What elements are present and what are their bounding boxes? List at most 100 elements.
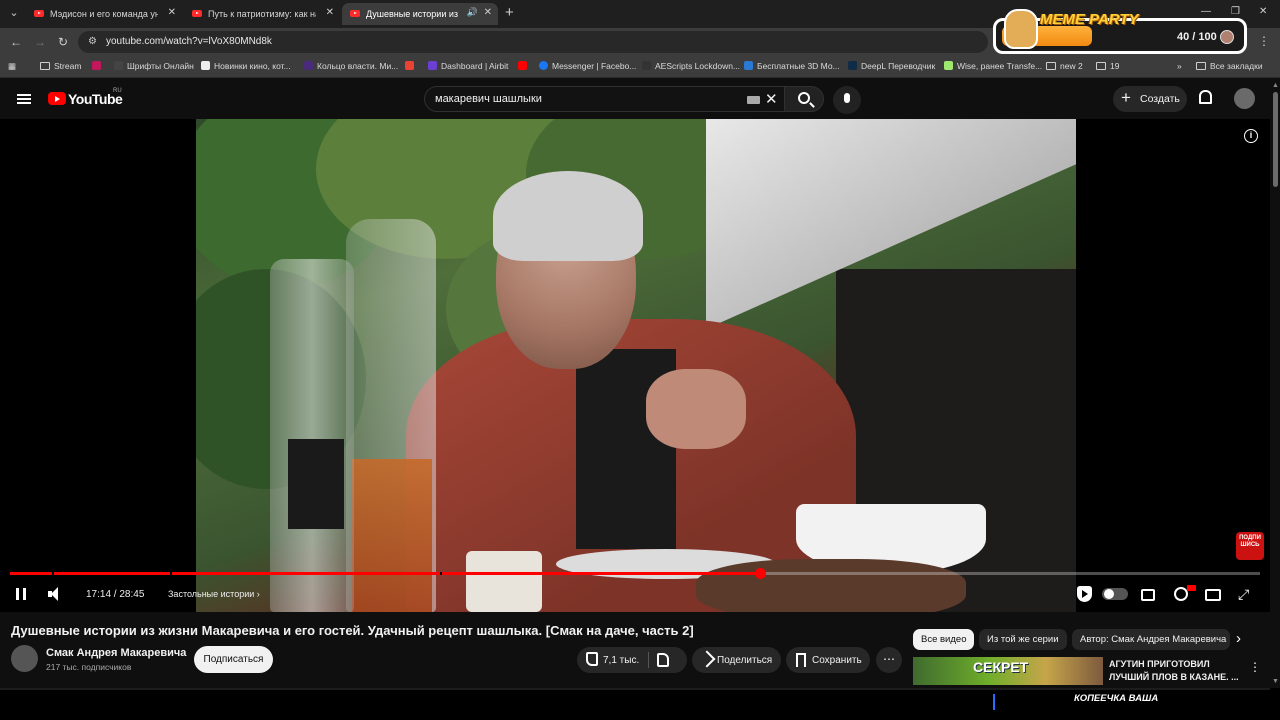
search-icon: [798, 92, 810, 104]
browser-tab-1[interactable]: Мэдисон и его команда унич ✕: [26, 3, 182, 25]
volume-icon[interactable]: [48, 586, 66, 602]
address-bar[interactable]: ⚙ youtube.com/watch?v=lVoX80MNd8k: [78, 31, 988, 53]
scrollbar-thumb[interactable]: [1273, 92, 1278, 187]
share-icon: [698, 650, 716, 668]
browser-tab-3-active[interactable]: Душевные истории из жи 🔊 ✕: [342, 3, 498, 25]
fullscreen-icon[interactable]: ⤢: [1238, 586, 1249, 603]
chevron-right-icon[interactable]: ›: [1236, 630, 1241, 647]
site-info-icon[interactable]: ⚙: [88, 36, 100, 48]
share-label: Поделиться: [717, 655, 773, 666]
thumbnail-text: СЕКРЕТ: [973, 659, 1029, 675]
close-window-icon[interactable]: ✕: [1259, 6, 1267, 17]
bookmark-gmail[interactable]: [405, 61, 418, 73]
all-bookmarks[interactable]: Все закладки: [1196, 61, 1263, 73]
bookmark-new2[interactable]: new 2: [1046, 61, 1083, 73]
coin-icon: [1220, 30, 1234, 44]
divider: [0, 688, 1270, 690]
back-icon[interactable]: ←: [10, 35, 22, 49]
save-button[interactable]: Сохранить: [786, 647, 870, 673]
info-icon[interactable]: i: [1244, 129, 1258, 143]
new-tab-icon[interactable]: +: [505, 4, 514, 21]
shield-play-icon[interactable]: [1077, 586, 1092, 602]
autoplay-toggle[interactable]: [1102, 588, 1128, 600]
close-tab-icon[interactable]: ✕: [484, 7, 492, 18]
chip-all-videos[interactable]: Все видео: [913, 629, 975, 650]
chapter-marker: [170, 572, 172, 575]
like-button[interactable]: 7,1 тыс.: [577, 647, 648, 673]
more-bookmarks-icon[interactable]: »: [1177, 61, 1182, 73]
bookmark-messenger[interactable]: Messenger | Facebo...: [539, 61, 636, 73]
chapter-marker: [52, 572, 54, 575]
browser-menu-icon[interactable]: ⋮: [1258, 34, 1270, 48]
minimize-icon[interactable]: —: [1201, 6, 1211, 17]
notifications-bell-icon[interactable]: [1199, 90, 1212, 104]
reload-icon[interactable]: ↻: [58, 35, 68, 49]
bookmark-rings[interactable]: Кольцо власти. Ми...: [304, 61, 398, 73]
related-video-title[interactable]: АГУТИН ПРИГОТОВИЛ ЛУЧШИЙ ПЛОВ В КАЗАНЕ. …: [1109, 658, 1239, 684]
like-dislike-group: 7,1 тыс.: [577, 647, 687, 673]
browser-tab-2[interactable]: Путь к патриотизму: как науч ✕: [184, 3, 340, 25]
youtube-logo-icon[interactable]: [48, 92, 66, 105]
bookmark-3d[interactable]: Бесплатные 3D Мо...: [744, 61, 840, 73]
meme-party-widget[interactable]: MEME PARTY 40 / 100: [993, 9, 1247, 54]
subscribe-button[interactable]: Подписаться: [194, 646, 273, 673]
bookmark-stream[interactable]: Stream: [40, 61, 81, 73]
close-tab-icon[interactable]: ✕: [326, 7, 334, 18]
video-frame: [196, 119, 1076, 612]
subtitles-icon[interactable]: [1141, 589, 1155, 601]
related-menu-icon[interactable]: ⋮: [1249, 660, 1261, 674]
dislike-button[interactable]: [649, 647, 687, 673]
bookmark-fonts[interactable]: Шрифты Онлайн: [114, 61, 194, 73]
chip-author[interactable]: Автор: Смак Андрея Макаревича: [1072, 629, 1230, 650]
channel-avatar[interactable]: [11, 645, 38, 672]
settings-gear-icon[interactable]: [1174, 587, 1188, 601]
related-video-thumbnail[interactable]: СЕКРЕТ: [913, 657, 1103, 685]
video-player[interactable]: [0, 119, 1270, 612]
scroll-down-icon[interactable]: ▼: [1272, 678, 1279, 685]
bookmark-label: new 2: [1060, 61, 1083, 71]
video-progress-bar[interactable]: [10, 568, 1260, 579]
channel-name[interactable]: Смак Андрея Макаревича: [46, 647, 186, 659]
overlay-caption: КОПЕЕЧКА ВАША: [1074, 693, 1159, 704]
chip-same-series[interactable]: Из той же серии: [979, 629, 1067, 650]
meme-party-count: 40 / 100: [1177, 31, 1217, 43]
bookmark-movies[interactable]: Новинки кино, кот...: [201, 61, 291, 73]
progress-played: [10, 572, 760, 575]
bookmark-label: Stream: [54, 61, 82, 71]
account-avatar[interactable]: [1234, 88, 1255, 109]
chapter-title[interactable]: Застольные истории ›: [168, 589, 260, 599]
share-button[interactable]: Поделиться: [692, 647, 781, 673]
doge-icon: [1004, 9, 1038, 49]
close-tab-icon[interactable]: ✕: [168, 7, 176, 18]
audio-playing-icon[interactable]: 🔊: [467, 7, 478, 18]
forward-icon[interactable]: →: [34, 35, 46, 49]
bookmark-deepl[interactable]: DeepL Переводчик: [848, 61, 935, 73]
restore-icon[interactable]: ❐: [1231, 6, 1240, 17]
bookmark-wise[interactable]: Wise, ранее Transfe...: [944, 61, 1042, 73]
voice-search-button[interactable]: [833, 86, 861, 114]
pause-icon[interactable]: [16, 588, 26, 600]
chapter-label: Застольные истории: [168, 589, 255, 599]
miniplayer-icon[interactable]: [1205, 589, 1221, 601]
menu-icon[interactable]: [17, 94, 31, 104]
bookmark-youtube[interactable]: [518, 61, 531, 73]
bookmark-airbit[interactable]: Dashboard | Airbit: [428, 61, 508, 73]
search-button[interactable]: [784, 86, 824, 112]
search-input[interactable]: макаревич шашлыки ✕: [424, 86, 788, 112]
apps-grid-icon[interactable]: ▦: [8, 61, 16, 73]
create-button[interactable]: + Создать: [1113, 86, 1187, 112]
scroll-up-icon[interactable]: ▲: [1272, 82, 1279, 89]
bookmark-live[interactable]: [92, 61, 105, 73]
keyboard-icon[interactable]: [747, 96, 760, 104]
bookmark-19[interactable]: 19: [1096, 61, 1119, 73]
scrubber-handle[interactable]: [755, 568, 766, 579]
subscribe-watermark[interactable]: ПОДПИ ШИСЬ: [1236, 532, 1264, 560]
bookmark-aescripts[interactable]: AEScripts Lockdown...: [642, 61, 740, 73]
bookmark-label: 19: [1110, 61, 1120, 71]
youtube-favicon-icon: [350, 10, 360, 17]
tab-search-icon[interactable]: ⌄: [6, 5, 22, 21]
more-actions-icon[interactable]: ⋯: [876, 647, 902, 673]
bookmark-icon: [796, 653, 806, 667]
all-bookmarks-label: Все закладки: [1210, 61, 1263, 71]
clear-search-icon[interactable]: ✕: [765, 90, 778, 108]
